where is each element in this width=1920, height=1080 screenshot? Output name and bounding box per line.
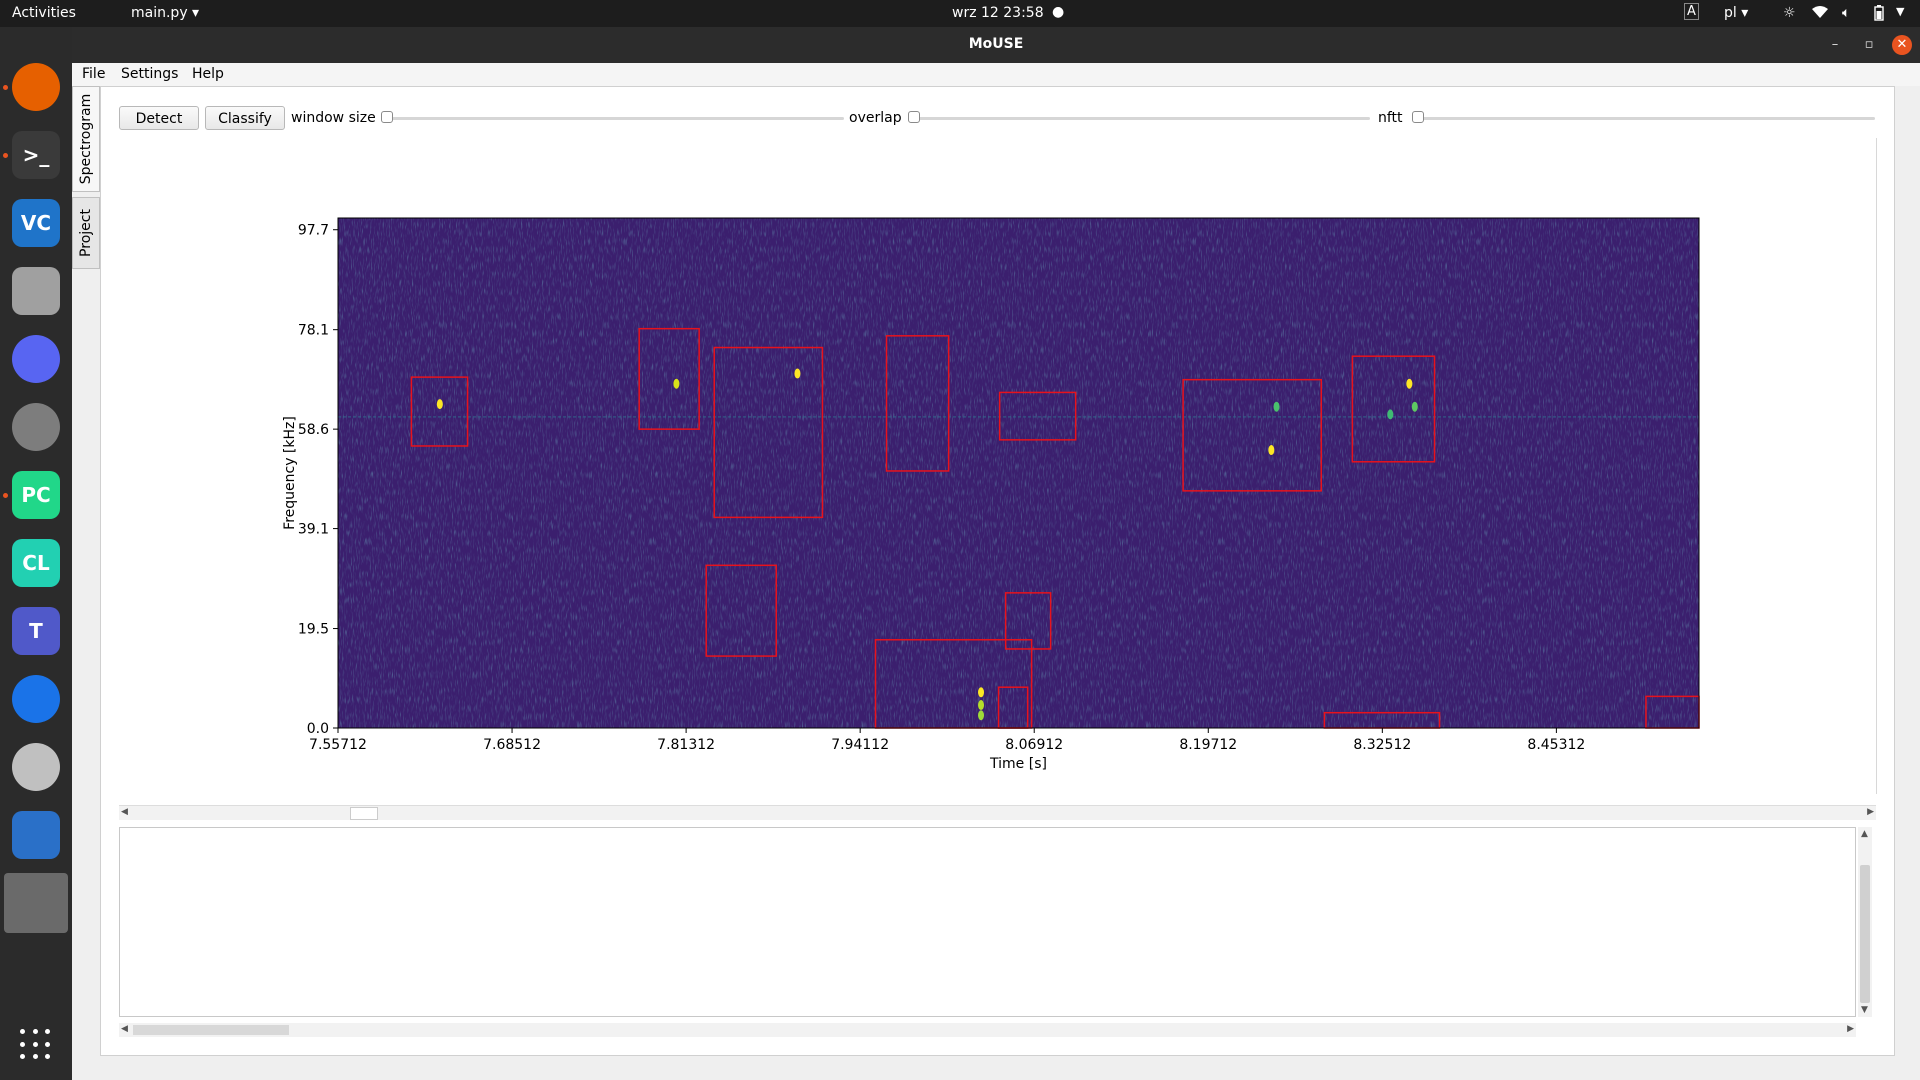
window-title: MoUSE	[968, 36, 1024, 52]
running-indicator-icon	[3, 85, 8, 90]
running-indicator-icon	[3, 153, 8, 158]
call-mark	[1268, 445, 1275, 456]
scroll-left-arrow-icon[interactable]: ◀	[121, 807, 128, 817]
log-horizontal-scrollbar[interactable]: ◀ ▶	[119, 1023, 1856, 1037]
dock-vnc-icon[interactable]: VC	[12, 199, 60, 247]
clock[interactable]: wrz 12 23:58	[952, 5, 1044, 21]
plot-horizontal-scrollbar[interactable]: ◀ ▶	[119, 805, 1876, 820]
volume-icon[interactable]: 🔈︎	[1842, 5, 1850, 21]
call-mark	[1406, 378, 1413, 389]
dock-settings-icon[interactable]	[12, 403, 60, 451]
scroll-right-arrow-icon[interactable]: ▶	[1867, 807, 1874, 817]
call-mark	[978, 687, 985, 698]
dock-thunderbird-icon[interactable]	[12, 675, 60, 723]
dock-system-icon[interactable]	[12, 743, 60, 791]
nftt-label: nftt	[1378, 110, 1403, 126]
x-tick-label: 7.94112	[831, 737, 889, 753]
y-tick-label: 19.5	[298, 622, 329, 638]
overlap-label: overlap	[849, 110, 902, 126]
dock: >_ VC PC CL T	[0, 27, 72, 1080]
y-tick-label: 97.7	[298, 223, 329, 239]
log-scrollbar-thumb[interactable]	[1860, 865, 1870, 1003]
tab-spectrogram-label: Spectrogram	[78, 93, 94, 185]
language-menu[interactable]: pl ▾	[1724, 5, 1748, 21]
tab-project[interactable]: Project	[72, 197, 100, 269]
nftt-slider-handle[interactable]	[1412, 111, 1424, 123]
dock-monitor-icon[interactable]	[12, 811, 60, 859]
x-tick-label: 8.32512	[1353, 737, 1411, 753]
y-tick-label: 0.0	[307, 721, 329, 737]
log-scroll-left-arrow-icon[interactable]: ◀	[121, 1024, 128, 1034]
battery-icon[interactable]	[1874, 5, 1884, 25]
x-axis-label: Time [s]	[989, 756, 1047, 772]
log-hscrollbar-thumb[interactable]	[133, 1025, 289, 1035]
input-method-icon[interactable]: A	[1684, 3, 1699, 20]
x-tick-label: 8.45312	[1527, 737, 1585, 753]
call-mark	[673, 378, 680, 389]
spectrogram-chart: 7.55712 7.68512 7.81312 7.94112 8.06912 8.197…	[282, 217, 1700, 772]
menu-help[interactable]: Help	[192, 66, 224, 82]
call-mark	[978, 710, 985, 721]
running-indicator-icon	[3, 493, 8, 498]
system-top-bar: Activities main.py ▾ wrz 12 23:58 ● A pl…	[0, 0, 1920, 27]
activities-button[interactable]: Activities	[12, 5, 76, 21]
close-icon[interactable]: ✕	[1892, 35, 1912, 55]
x-tick-label: 8.19712	[1179, 737, 1237, 753]
window-size-label: window size	[291, 110, 376, 126]
menu-file[interactable]: File	[82, 66, 105, 82]
notification-dot-icon: ●	[1052, 4, 1065, 20]
spectrogram-noise	[338, 218, 1699, 728]
scroll-down-arrow-icon[interactable]: ▼	[1861, 1005, 1868, 1015]
spectrogram-canvas[interactable]: 7.55712 7.68512 7.81312 7.94112 8.06912 8.197…	[118, 138, 1877, 794]
wifi-icon[interactable]	[1811, 5, 1829, 23]
call-mark	[794, 368, 801, 379]
overlap-slider-handle[interactable]	[908, 111, 920, 123]
call-mark	[1387, 409, 1394, 420]
call-mark	[1273, 401, 1280, 412]
window-size-slider-handle[interactable]	[381, 111, 393, 123]
classify-button[interactable]: Classify	[205, 106, 285, 130]
y-axis-label: Frequency [kHz]	[282, 416, 298, 530]
overlap-slider[interactable]	[908, 117, 1370, 120]
x-tick-label: 7.68512	[483, 737, 541, 753]
y-tick-label: 58.6	[298, 422, 329, 438]
window-size-slider[interactable]	[382, 117, 844, 120]
tab-project-label: Project	[78, 209, 94, 257]
dock-terminal-icon[interactable]: >_	[12, 131, 60, 179]
plot-scrollbar-thumb[interactable]	[350, 807, 378, 820]
x-tick-label: 8.06912	[1005, 737, 1063, 753]
y-tick-label: 78.1	[298, 323, 329, 339]
call-mark	[436, 399, 443, 410]
detect-button[interactable]: Detect	[119, 106, 199, 130]
dock-files-icon[interactable]	[12, 267, 60, 315]
scroll-up-arrow-icon[interactable]: ▲	[1861, 829, 1868, 839]
brightness-icon[interactable]: ☼	[1783, 5, 1796, 21]
maximize-icon[interactable]: ▫	[1859, 35, 1879, 55]
log-vertical-scrollbar[interactable]: ▲ ▼	[1858, 827, 1872, 1017]
x-tick-label: 7.81312	[657, 737, 715, 753]
minimize-icon[interactable]: –	[1825, 35, 1845, 55]
tab-spectrogram[interactable]: Spectrogram	[72, 86, 100, 192]
dock-firefox-icon[interactable]	[12, 63, 60, 111]
x-tick-label: 7.55712	[309, 737, 367, 753]
menu-settings[interactable]: Settings	[121, 66, 178, 82]
log-text-area[interactable]	[119, 827, 1856, 1017]
dock-teams-icon[interactable]: T	[12, 607, 60, 655]
dock-discord-icon[interactable]	[12, 335, 60, 383]
show-applications-icon[interactable]	[20, 1029, 52, 1061]
nftt-slider[interactable]	[1413, 117, 1875, 120]
window-titlebar[interactable]: MoUSE – ▫ ✕	[72, 27, 1920, 63]
dock-active-window-icon[interactable]	[4, 873, 68, 933]
dock-clion-icon[interactable]: CL	[12, 539, 60, 587]
log-scroll-right-arrow-icon[interactable]: ▶	[1847, 1024, 1854, 1034]
call-mark	[978, 700, 985, 711]
menu-bar: File Settings Help	[72, 63, 1920, 86]
dock-pycharm-icon[interactable]: PC	[12, 471, 60, 519]
call-mark	[1411, 401, 1418, 412]
system-menu-chevron-down-icon[interactable]: ▼	[1896, 5, 1904, 18]
y-tick-label: 39.1	[298, 522, 329, 538]
app-menu[interactable]: main.py ▾	[131, 5, 199, 21]
